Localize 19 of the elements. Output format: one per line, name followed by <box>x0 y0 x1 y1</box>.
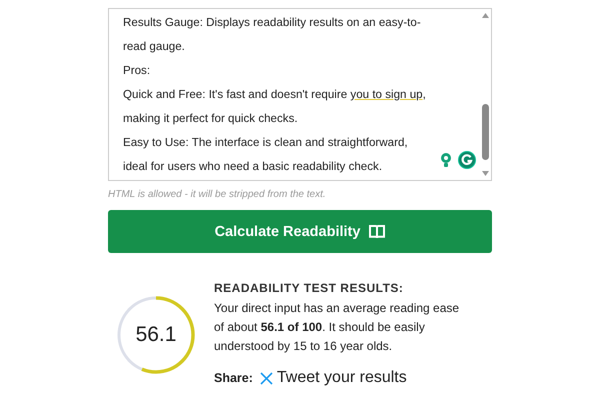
calculate-button[interactable]: Calculate Readability <box>108 210 492 253</box>
grammar-assistant-icon[interactable] <box>458 151 476 169</box>
lightbulb-icon[interactable] <box>439 152 453 168</box>
score-value: 56.1 <box>136 323 176 347</box>
hint-text: HTML is allowed - it will be stripped from the text. <box>108 189 327 200</box>
scroll-down-icon[interactable] <box>482 171 488 176</box>
book-icon <box>369 224 386 238</box>
paragraph: Pros: <box>123 63 152 79</box>
x-logo-icon[interactable] <box>260 372 273 384</box>
tweet-link[interactable]: Tweet your results <box>276 369 407 387</box>
scroll-up-icon[interactable] <box>482 13 488 18</box>
paragraph: Results Gauge: Displays readability results on an easy-to-read gauge. <box>123 15 422 55</box>
share-label: Share: <box>214 371 253 385</box>
paragraph: Easy to Use: The interface is clean and straightforward, ideal for users who need a basic readability check. <box>123 135 409 175</box>
scrollbar-thumb[interactable] <box>482 104 488 160</box>
paragraph: Quick and Free: It's fast and doesn't require you to sign up, making it perfect for quick checks. <box>123 87 427 127</box>
text-area[interactable] <box>108 8 492 181</box>
results-summary: Your direct input has an average reading ease of about 56.1 of 100. It should be easily understood by 15 to 16 year olds. <box>214 300 460 355</box>
results-heading: READABILITY TEST RESULTS: <box>214 281 404 295</box>
